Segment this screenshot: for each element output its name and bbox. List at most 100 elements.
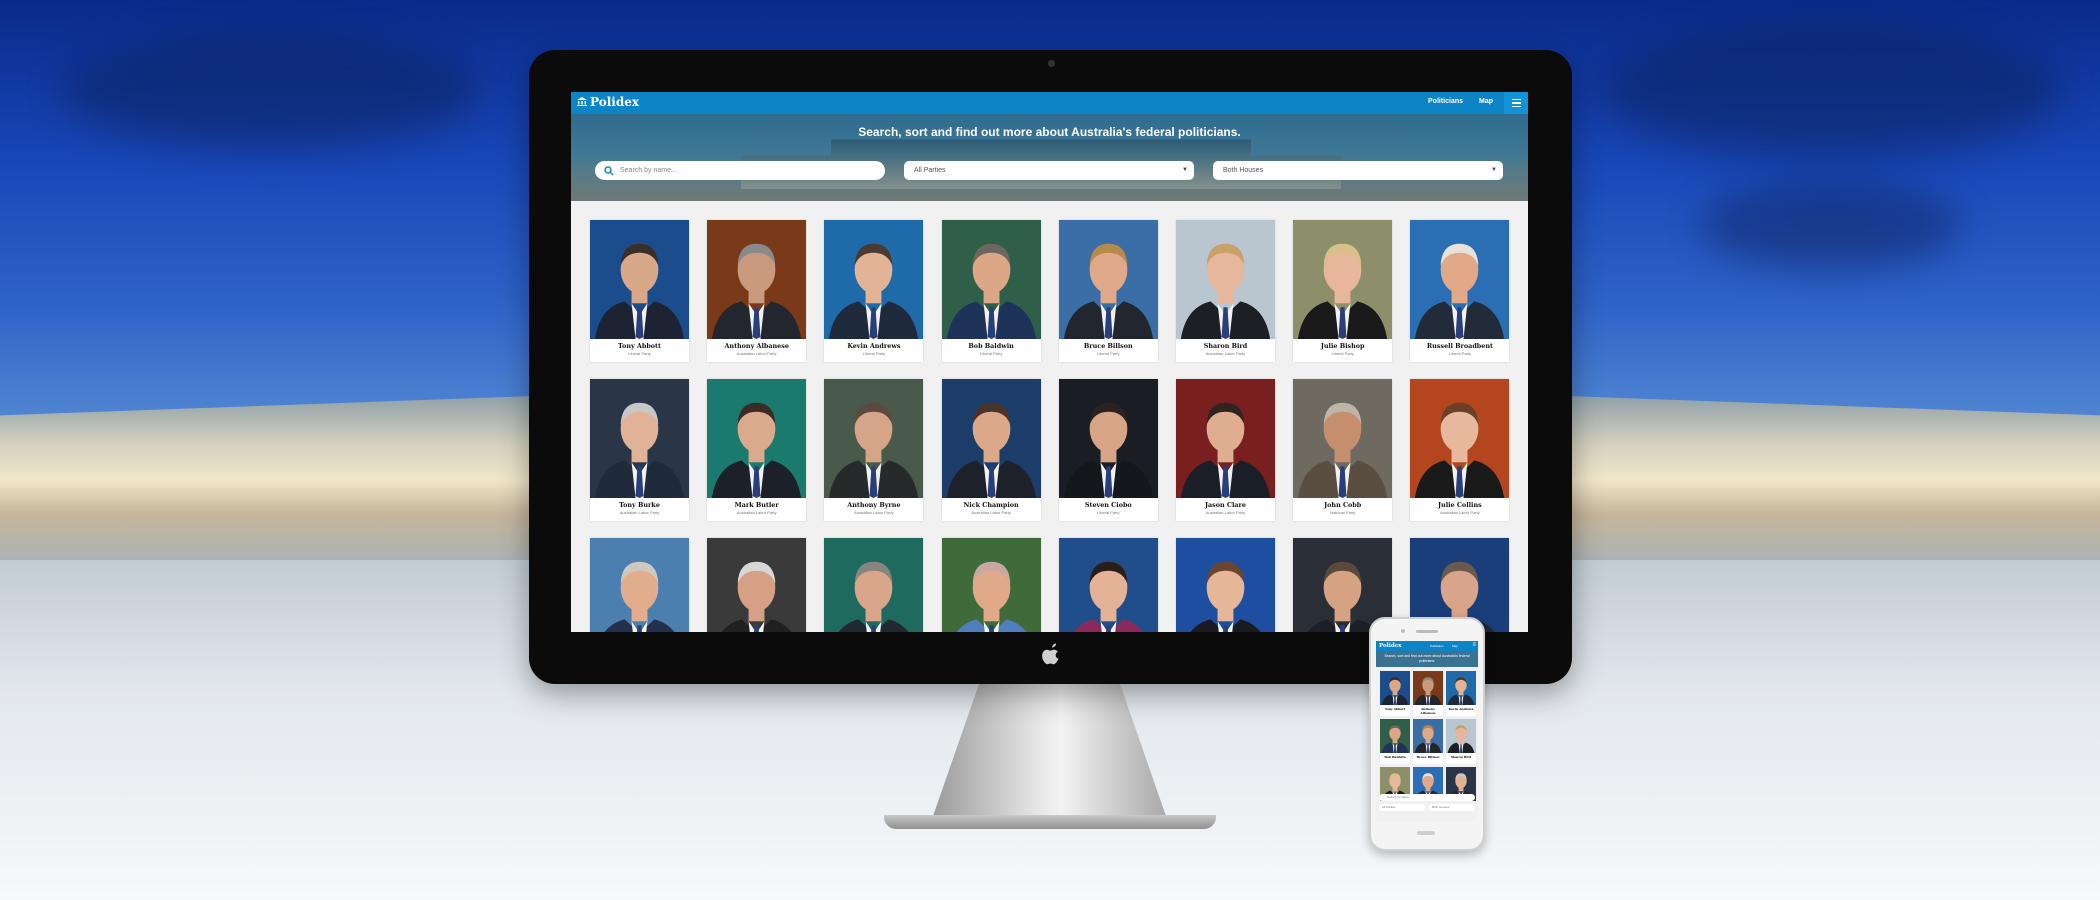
politician-card[interactable]: Russell Broadbent Liberal Party bbox=[1410, 220, 1510, 362]
cloud bbox=[1700, 180, 1960, 270]
phone-politician-card[interactable]: Tony Abbott bbox=[1380, 671, 1410, 716]
politician-party: Australian Labor Party bbox=[1205, 510, 1246, 515]
phone-nav-map[interactable]: Map bbox=[1452, 644, 1458, 648]
politician-card[interactable]: Tony Burke Australian Labor Party bbox=[590, 379, 689, 521]
politician-photo bbox=[1176, 220, 1275, 339]
phone-search-input[interactable]: Search by name... bbox=[1379, 794, 1475, 801]
politician-card[interactable]: Mal BroughLiberal Party bbox=[590, 538, 689, 632]
nav-link-politicians[interactable]: Politicians bbox=[1428, 98, 1463, 105]
politician-photo bbox=[1410, 379, 1510, 498]
politician-card[interactable]: Kevin Andrews Liberal Party bbox=[824, 220, 924, 362]
nav-link-map[interactable]: Map bbox=[1479, 98, 1493, 105]
politician-photo bbox=[707, 379, 807, 498]
phone-party-filter[interactable]: All Parties bbox=[1379, 804, 1425, 811]
politician-photo bbox=[707, 220, 807, 339]
politician-card[interactable]: Steven Ciobo Liberal Party bbox=[1058, 379, 1158, 521]
politician-photo bbox=[590, 379, 689, 498]
politician-card[interactable]: Tony Abbott Liberal Party bbox=[590, 220, 689, 362]
politician-photo bbox=[824, 538, 924, 632]
politician-name: Russell Broadbent bbox=[1426, 342, 1493, 350]
politician-card[interactable]: Julie Collins Australian Labor Party bbox=[1410, 379, 1510, 521]
monitor-stand-foot bbox=[884, 815, 1216, 829]
brand-logo[interactable]: Polidex bbox=[577, 95, 639, 109]
party-filter-select[interactable]: All Parties ▼ bbox=[904, 161, 1194, 180]
phone-politician-name: Bruce Billson bbox=[1416, 755, 1440, 759]
phone-politician-card[interactable]: Bob Baldwin bbox=[1380, 719, 1410, 764]
phone-politician-name: Kevin Andrews bbox=[1448, 707, 1474, 711]
politician-card[interactable]: Mark DreyfusAustralian Labor Party bbox=[824, 538, 924, 632]
politician-card[interactable]: Julie OwensAustralian Labor Party bbox=[1058, 538, 1158, 632]
phone-politician-photo bbox=[1380, 671, 1410, 705]
politician-party: Liberal Party bbox=[628, 351, 651, 356]
politician-photo bbox=[590, 220, 689, 339]
politician-photo bbox=[824, 220, 924, 339]
phone-politician-card[interactable]: Kevin Andrews bbox=[1446, 671, 1476, 716]
phone-politician-photo bbox=[1380, 719, 1410, 753]
politician-card[interactable]: Anthony Byrne Australian Labor Party bbox=[824, 379, 924, 521]
phone-politician-name: Sharon Bird bbox=[1450, 755, 1472, 759]
phone-brand[interactable]: Polidex bbox=[1379, 643, 1401, 649]
phone-politician-card[interactable] bbox=[1446, 767, 1476, 801]
politician-name: Anthony Albanese bbox=[724, 342, 789, 350]
phone-menu-icon[interactable]: ≡ bbox=[1472, 642, 1476, 648]
party-filter-value: All Parties bbox=[914, 167, 946, 174]
politician-photo bbox=[941, 220, 1041, 339]
politician-photo bbox=[1058, 220, 1158, 339]
politician-card[interactable]: Sharon Bird Australian Labor Party bbox=[1176, 220, 1275, 362]
politician-photo bbox=[1293, 379, 1393, 498]
politician-party: Australian Labor Party bbox=[854, 510, 894, 515]
politician-name: John Cobb bbox=[1324, 501, 1362, 509]
politician-card[interactable]: Nick Champion Australian Labor Party bbox=[941, 379, 1041, 521]
phone-navbar: Polidex Politicians Map ≡ bbox=[1376, 641, 1478, 651]
politician-card[interactable]: Bob Baldwin Liberal Party bbox=[941, 220, 1041, 362]
phone-politician-photo bbox=[1446, 671, 1476, 705]
politician-name: Tony Burke bbox=[619, 501, 660, 509]
phone-politician-card[interactable]: Sharon Bird bbox=[1446, 719, 1476, 764]
phone-politician-card[interactable]: Anthony Albanese bbox=[1413, 671, 1443, 716]
phone-party-filter-value: All Parties bbox=[1382, 805, 1396, 809]
politician-card[interactable]: Julie Bishop Liberal Party bbox=[1293, 220, 1393, 362]
politician-party: Liberal Party bbox=[979, 351, 1003, 356]
politician-card[interactable]: Peter DuttonLiberal Party bbox=[941, 538, 1041, 632]
politician-card[interactable]: Bruce Billson Liberal Party bbox=[1058, 220, 1158, 362]
apple-logo-icon bbox=[1038, 643, 1064, 669]
phone-politician-name: Tony Abbott bbox=[1384, 707, 1406, 711]
phone-politician-photo bbox=[1446, 719, 1476, 753]
politician-card[interactable]: Kelly O'DwyerLiberal Party bbox=[1176, 538, 1275, 632]
politician-name: Jason Clare bbox=[1205, 501, 1246, 509]
politician-card[interactable]: John Cobb National Party bbox=[1293, 379, 1393, 521]
politician-card[interactable]: Anthony Albanese Australian Labor Party bbox=[707, 220, 807, 362]
parliament-icon bbox=[577, 95, 587, 109]
politician-photo bbox=[824, 379, 924, 498]
chevron-down-icon: ▼ bbox=[1182, 167, 1188, 173]
house-filter-select[interactable]: Both Houses ▼ bbox=[1213, 161, 1503, 180]
politician-photo bbox=[1058, 379, 1158, 498]
phone-home-button[interactable] bbox=[1417, 831, 1435, 835]
politician-name: Nick Champion bbox=[963, 501, 1019, 509]
politician-photo bbox=[1058, 538, 1158, 632]
phone-house-filter[interactable]: Both Houses bbox=[1429, 804, 1475, 811]
politician-party: National Party bbox=[1330, 510, 1356, 515]
hero-title: Search, sort and find out more about Aus… bbox=[858, 125, 1241, 139]
website-screen: Polidex Politicians Map Search, sort and… bbox=[571, 92, 1528, 632]
site-navbar: Polidex Politicians Map bbox=[571, 92, 1528, 114]
politician-party: Liberal Party bbox=[1097, 351, 1120, 356]
search-input[interactable]: Search by name... bbox=[595, 161, 885, 180]
politician-card[interactable]: Mark Butler Australian Labor Party bbox=[707, 379, 807, 521]
hamburger-menu-icon[interactable] bbox=[1504, 92, 1528, 114]
phone-politician-card[interactable] bbox=[1380, 767, 1410, 801]
politician-photo bbox=[1176, 538, 1275, 632]
politician-card[interactable]: Ian MacfarlaneLiberal Party bbox=[707, 538, 807, 632]
camera bbox=[1048, 60, 1055, 67]
politician-photo bbox=[1176, 379, 1275, 498]
politician-party: Liberal Party bbox=[1448, 351, 1472, 356]
politician-photo bbox=[590, 538, 689, 632]
search-icon bbox=[604, 165, 614, 175]
politician-name: Bruce Billson bbox=[1083, 342, 1133, 350]
phone-politician-card[interactable] bbox=[1413, 767, 1443, 801]
politician-party: Australian Labor Party bbox=[619, 510, 660, 515]
phone-nav-politicians[interactable]: Politicians bbox=[1430, 644, 1444, 648]
politician-party: Liberal Party bbox=[1331, 351, 1354, 356]
phone-politician-card[interactable]: Bruce Billson bbox=[1413, 719, 1443, 764]
politician-card[interactable]: Jason Clare Australian Labor Party bbox=[1176, 379, 1275, 521]
